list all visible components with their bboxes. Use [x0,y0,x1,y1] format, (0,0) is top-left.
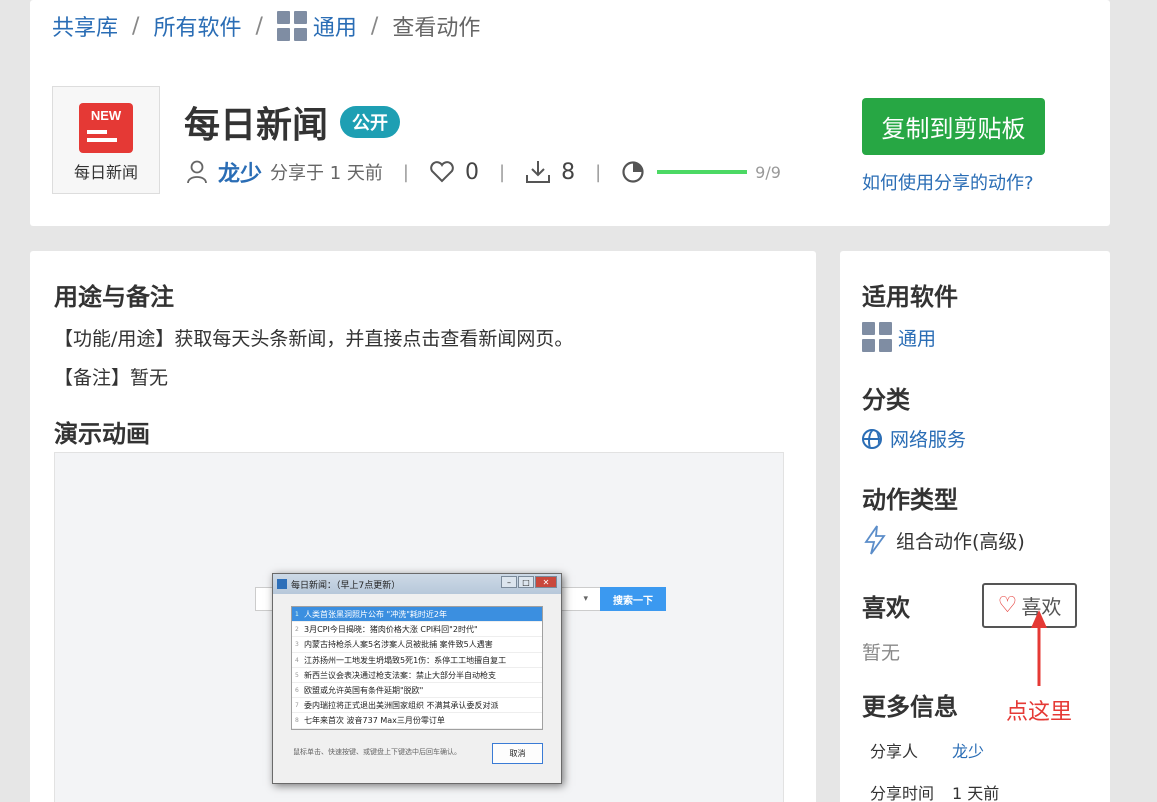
completion-text: 9/9 [755,162,781,182]
demo-window-titlebar: 每日新闻：（早上7点更新） – □ ✕ [273,574,561,594]
action-header-card: 共享库 / 所有软件 / 通用 / 查看动作 NEW 每日新闻 每日新闻 公开 … [30,0,1110,226]
main-content-card: 用途与备注 【功能/用途】获取每天头条新闻，并直接点击查看新闻网页。 【备注】暂… [30,251,816,802]
app-title: 每日新闻 [184,105,329,146]
sharer-label: 分享人 [870,742,919,761]
share-time-label: 分享时间 [870,784,935,802]
list-item: 8 七年来首次 波音737 Max三月份零订单 [292,713,542,729]
breadcrumb-category[interactable]: 通用 [313,10,357,42]
minimize-icon: – [501,576,517,588]
list-item: 5 新西兰议会表决通过枪支法案：禁止大部分半自动枪支 [292,668,542,683]
category-link[interactable]: 网络服务 [890,425,966,452]
meta-separator: | [595,161,602,183]
download-icon [526,161,551,183]
app-title-row: 每日新闻 公开 [184,96,401,148]
click-here-annotation: 点这里 [1006,700,1073,725]
breadcrumb-separator: / [255,13,263,39]
visibility-badge: 公开 [340,106,401,138]
usage-notes: 【备注】暂无 [54,367,169,389]
software-title: 适用软件 [862,283,958,311]
annotation-arrow [1031,610,1047,686]
heart-icon[interactable] [429,161,455,183]
list-item: 3 内蒙古持枪杀人案5名涉案人员被批捕 案件致5人遇害 [292,637,542,653]
demo-animation: ▾ 搜索一下 每日新闻：（早上7点更新） – □ ✕ 1 人类首张黑洞照片公布 "冲洗… [54,452,784,802]
usage-description: 【功能/用途】获取每天头条新闻，并直接点击查看新闻网页。 [54,328,574,350]
heart-icon: ♡ [997,593,1018,618]
breadcrumb-separator: / [132,13,140,39]
maximize-icon: □ [518,576,534,588]
copy-to-clipboard-button[interactable]: 复制到剪贴板 [862,98,1045,155]
breadcrumb: 共享库 / 所有软件 / 通用 / 查看动作 [52,10,480,42]
demo-window: 每日新闻：（早上7点更新） – □ ✕ 1 人类首张黑洞照片公布 "冲洗"耗时近2年 2… [272,573,562,784]
list-item: 2 3月CPI今日揭晓：猪肉价格大涨 CPI料回"2时代" [292,622,542,638]
breadcrumb-current: 查看动作 [392,16,481,41]
download-count: 8 [561,159,576,185]
breadcrumb-library[interactable]: 共享库 [52,10,118,42]
like-none: 暂无 [862,642,901,664]
completion-progress-bar [657,170,748,174]
grid-icon [862,322,892,352]
share-time: 1 天前 [952,784,1000,802]
app-logo: NEW 每日新闻 [52,86,160,194]
demo-cancel-button: 取消 [492,743,543,764]
list-item: 7 委内瑞拉将正式退出美洲国家组织 不满其承认委反对派 [292,698,542,714]
user-icon [187,160,207,184]
list-item: 6 欧盟或允许英国有条件延期"脱欧" [292,683,542,699]
category-title: 分类 [862,386,910,414]
list-item: 1 人类首张黑洞照片公布 "冲洗"耗时近2年 [292,607,542,623]
usage-title: 用途与备注 [54,283,174,311]
author-link[interactable]: 龙少 [218,156,262,188]
help-link[interactable]: 如何使用分享的动作? [862,169,1034,195]
breadcrumb-all-software[interactable]: 所有软件 [153,10,241,42]
demo-news-list: 1 人类首张黑洞照片公布 "冲洗"耗时近2年 2 3月CPI今日揭晓：猪肉价格大涨 C… [291,606,543,730]
app-meta: 龙少 分享于 1 天前 | 0 | 8 | 9/9 [186,156,781,188]
list-item: 4 江苏扬州一工地发生坍塌致5死1伤：系停工工地擅自复工 [292,653,542,668]
close-icon: ✕ [535,576,557,588]
lightning-icon [864,525,886,555]
demo-title: 演示动画 [54,420,150,448]
app-logo-label: 每日新闻 [73,163,138,182]
news-icon: NEW [79,103,133,153]
action-type: 组合动作(高级) [896,530,1025,553]
meta-separator: | [499,161,506,183]
news-icon-text: NEW [90,108,122,123]
sharer-link[interactable]: 龙少 [952,738,984,762]
action-type-title: 动作类型 [862,486,958,514]
app-icon [277,579,287,589]
demo-hint: 鼠标单击、快速按键、或键盘上下键选中后回车确认。 [293,748,461,756]
globe-icon [862,428,882,449]
demo-window-title: 每日新闻：（早上7点更新） [291,580,401,591]
pie-chart-icon [622,161,644,183]
software-link[interactable]: 通用 [898,324,936,351]
like-title: 喜欢 [862,594,910,622]
grid-icon [276,11,307,41]
demo-search-button: 搜索一下 [600,587,666,611]
meta-separator: | [402,161,409,183]
like-count: 0 [465,159,479,185]
shared-time: 分享于 1 天前 [270,163,383,184]
breadcrumb-separator: / [370,13,379,39]
